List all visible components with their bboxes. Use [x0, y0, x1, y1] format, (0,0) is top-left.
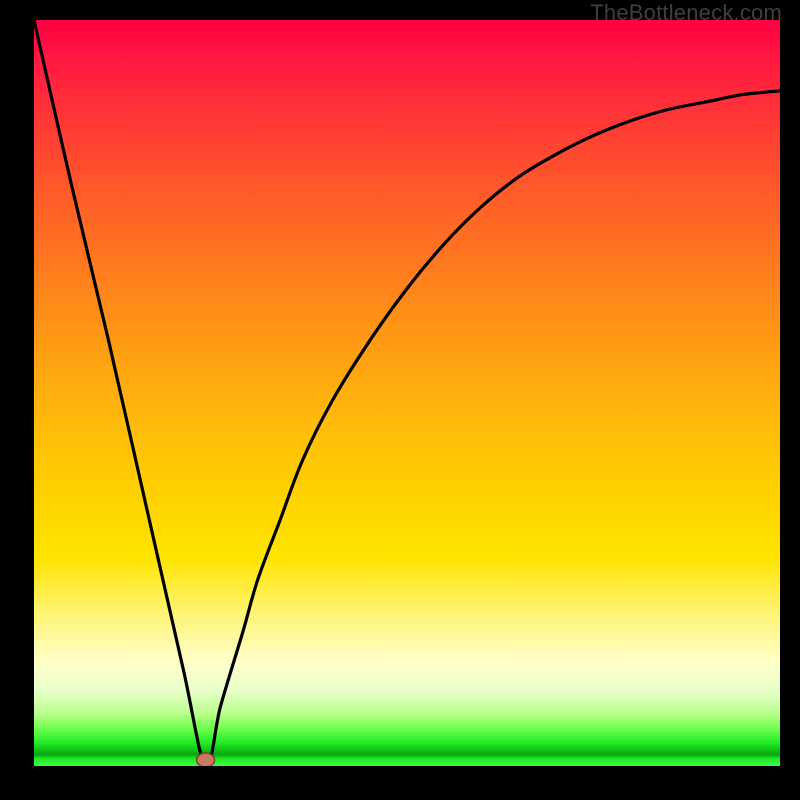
chart-frame: TheBottleneck.com	[0, 0, 800, 800]
curve-layer	[34, 20, 780, 766]
plot-area	[34, 20, 780, 766]
bottleneck-curve	[34, 20, 780, 766]
min-marker	[197, 753, 215, 766]
watermark-text: TheBottleneck.com	[590, 0, 782, 26]
